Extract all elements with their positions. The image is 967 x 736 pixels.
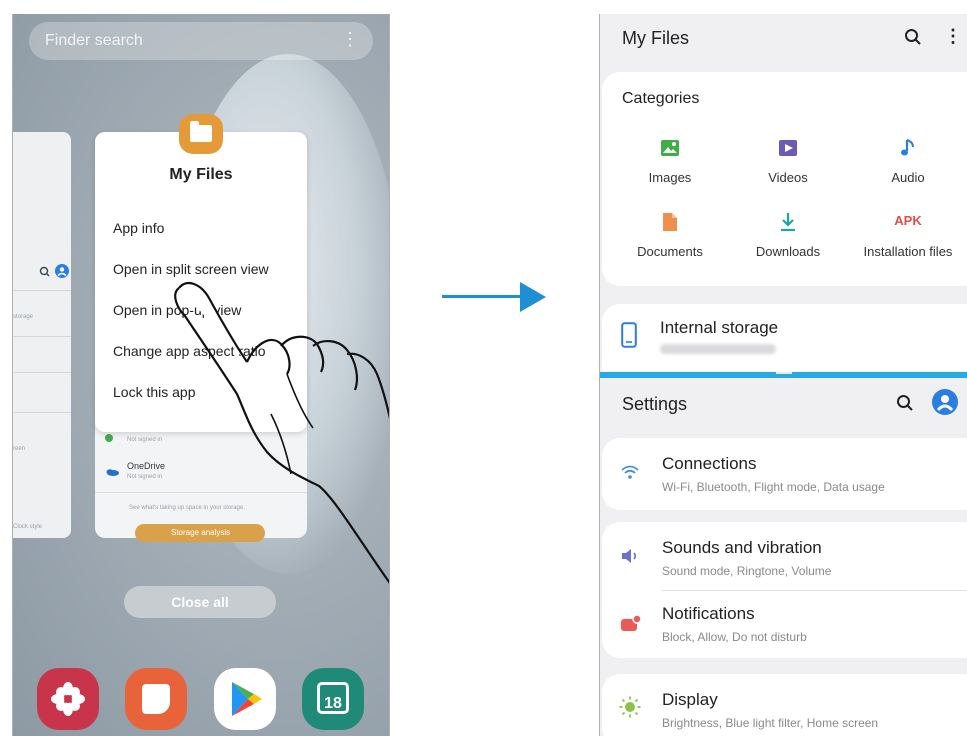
drive-status: Not signed in <box>127 437 163 443</box>
divider <box>13 372 71 373</box>
internal-storage-label: Internal storage <box>660 318 779 337</box>
categories-header: Categories <box>622 90 700 107</box>
card-text-screen: reen <box>13 446 26 452</box>
apk-icon: APK <box>894 213 922 228</box>
settings-item-subtitle: Block, Allow, Do not disturb <box>662 630 807 644</box>
category-label: Documents <box>637 244 703 259</box>
sun-icon <box>619 696 641 718</box>
account-icon <box>55 264 69 278</box>
categories-card: Categories Images Videos Audio Documents… <box>602 72 967 286</box>
transition-arrow-shaft <box>442 295 526 298</box>
calendar-app-icon[interactable]: 18 <box>302 668 364 730</box>
search-icon[interactable] <box>896 394 914 412</box>
account-icon[interactable] <box>932 389 958 415</box>
settings-item-subtitle: Brightness, Blue light filter, Home scre… <box>662 716 879 730</box>
recent-app-card-settings[interactable]: storage reen Clock style <box>13 132 71 538</box>
category-label: Installation files <box>863 244 953 259</box>
settings-item-notifications[interactable]: Notifications Block, Allow, Do not distu… <box>602 590 967 658</box>
settings-item-subtitle: Wi-Fi, Bluetooth, Flight mode, Data usag… <box>662 480 885 494</box>
gallery-app-icon[interactable] <box>37 668 99 730</box>
menu-item-app-info[interactable]: App info <box>113 220 164 236</box>
settings-item-display[interactable]: Display Brightness, Blue light filter, H… <box>602 674 967 736</box>
onedrive-title: OneDrive <box>127 461 166 471</box>
settings-item-title: Sounds and vibration <box>662 538 822 557</box>
video-icon <box>779 140 797 156</box>
image-icon <box>661 140 679 156</box>
download-icon <box>781 213 795 232</box>
divider <box>13 336 71 337</box>
folder-icon <box>190 121 212 142</box>
settings-item-connections[interactable]: Connections Wi-Fi, Bluetooth, Flight mod… <box>602 438 967 510</box>
card-text-clock-style: Clock style <box>13 524 43 530</box>
menu-title: My Files <box>169 166 233 183</box>
notification-icon <box>621 614 642 631</box>
settings-item-subtitle: Sound mode, Ringtone, Volume <box>662 564 832 578</box>
finder-search-placeholder: Finder search <box>45 32 143 49</box>
category-label: Audio <box>891 170 925 185</box>
more-options-icon[interactable]: ⋮ <box>944 26 962 47</box>
note-icon <box>142 684 170 714</box>
my-files-title: My Files <box>622 28 689 48</box>
onedrive-icon <box>106 469 119 476</box>
category-label: Images <box>648 170 692 185</box>
search-icon[interactable] <box>904 28 922 46</box>
category-installation-files[interactable]: APK Installation files <box>848 212 967 268</box>
onedrive-status: Not signed in <box>127 474 163 480</box>
wifi-icon <box>621 465 639 479</box>
category-label: Videos <box>768 170 808 185</box>
hand-gesture-illustration <box>174 281 389 584</box>
category-videos[interactable]: Videos <box>728 138 848 194</box>
finder-search-bar[interactable]: Finder search ⋮ <box>29 22 373 60</box>
settings-group-sounds-notifications: Sounds and vibration Sound mode, Rington… <box>602 522 967 658</box>
play-icon <box>232 682 262 716</box>
category-documents[interactable]: Documents <box>610 212 730 268</box>
split-handle[interactable] <box>776 372 792 374</box>
notes-app-icon[interactable] <box>125 668 187 730</box>
more-options-icon[interactable]: ⋮ <box>341 30 359 48</box>
play-store-app-icon[interactable] <box>214 668 276 730</box>
flower-icon <box>51 682 85 716</box>
card-text-storage: storage <box>13 314 34 320</box>
settings-item-title: Connections <box>662 454 757 473</box>
settings-item-sounds[interactable]: Sounds and vibration Sound mode, Rington… <box>602 522 967 590</box>
drive-icon <box>105 434 113 442</box>
category-downloads[interactable]: Downloads <box>728 212 848 268</box>
calendar-day: 18 <box>324 695 342 712</box>
phone-storage-icon <box>621 322 637 348</box>
divider <box>13 412 71 413</box>
music-note-icon <box>901 139 914 156</box>
divider <box>13 290 71 291</box>
category-audio[interactable]: Audio <box>848 138 967 194</box>
volume-icon <box>622 549 637 563</box>
storage-usage-blurred <box>660 344 776 354</box>
settings-item-title: Notifications <box>662 604 755 623</box>
category-label: Downloads <box>755 244 821 259</box>
my-files-app-icon[interactable] <box>179 114 223 154</box>
settings-item-title: Display <box>662 690 718 709</box>
recents-screen: Finder search ⋮ storage reen Clock style… <box>12 14 390 736</box>
transition-arrow-icon <box>520 282 546 312</box>
category-images[interactable]: Images <box>610 138 730 194</box>
settings-title: Settings <box>622 394 688 414</box>
document-icon <box>663 213 677 231</box>
split-screen-view: My Files ⋮ Categories Images Videos Audi… <box>599 14 967 736</box>
